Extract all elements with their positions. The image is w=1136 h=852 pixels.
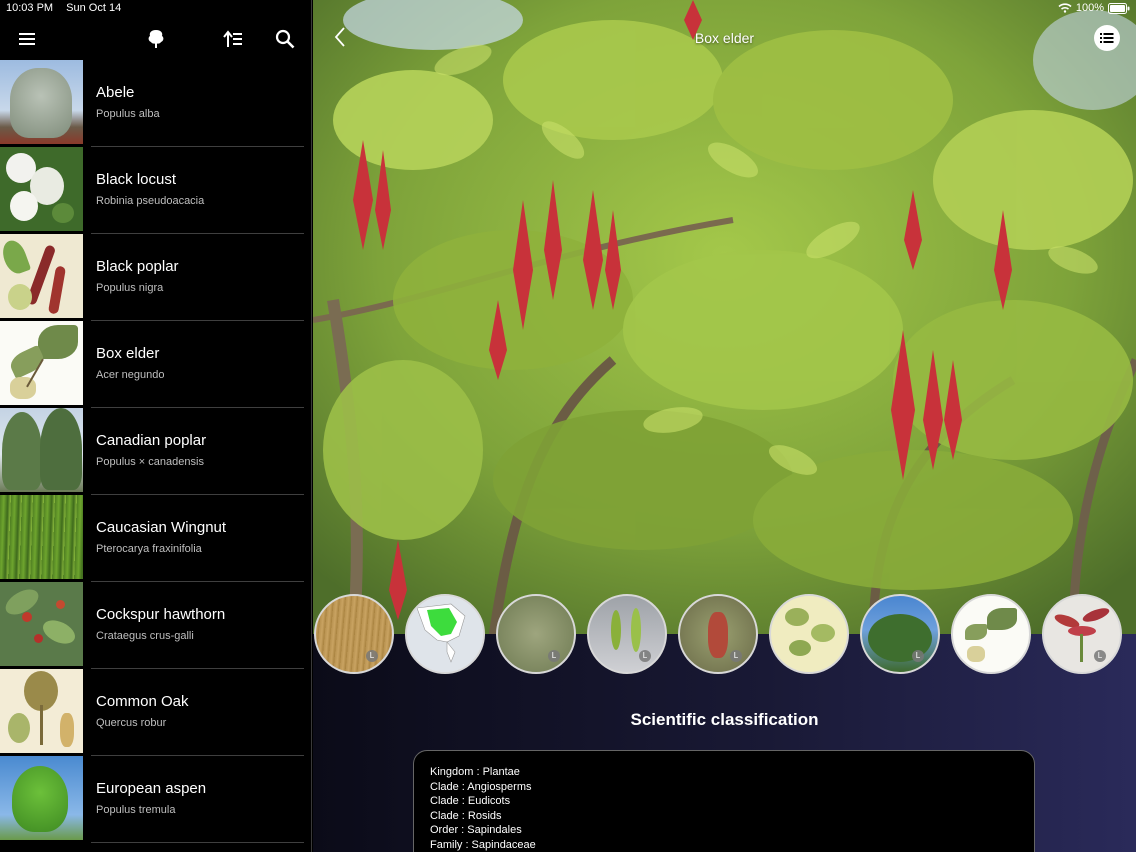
tree-thumbnail xyxy=(0,234,83,318)
gallery-thumb-bark[interactable]: L xyxy=(314,594,394,674)
tree-scientific-name: Populus nigra xyxy=(96,282,164,294)
search-button[interactable] xyxy=(268,22,302,56)
gallery-thumb-range-map[interactable] xyxy=(405,594,485,674)
tree-name: Caucasian Wingnut xyxy=(96,519,227,536)
image-gallery: L L L L L L xyxy=(313,594,1136,678)
tree-thumbnail xyxy=(0,582,83,666)
range-map-graphic xyxy=(407,596,483,672)
tree-thumbnail xyxy=(0,60,83,144)
detail-title: Box elder xyxy=(694,30,755,46)
classification-clade: Clade : Rosids xyxy=(430,809,502,822)
license-badge: L xyxy=(912,650,924,662)
list-view-button[interactable] xyxy=(1094,25,1120,51)
sidebar-toolbar xyxy=(0,22,312,56)
list-item[interactable]: Black locust Robinia pseudoacacia xyxy=(0,147,304,234)
battery-percent: 100% xyxy=(1075,2,1104,14)
tree-name: Abele xyxy=(96,84,135,101)
tree-thumbnail xyxy=(0,756,83,840)
status-time: 10:03 PM xyxy=(6,2,54,14)
tree-scientific-name: Acer negundo xyxy=(96,369,165,381)
tree-scientific-name: Populus alba xyxy=(96,108,160,120)
status-bar-left: 10:03 PM Sun Oct 14 xyxy=(6,2,131,14)
gallery-thumb-flower-closeup[interactable]: L xyxy=(1042,594,1122,674)
tree-thumbnail xyxy=(0,321,83,405)
wifi-icon xyxy=(1058,3,1072,13)
section-title: Scientific classification xyxy=(630,710,819,729)
classification-card: Kingdom : Plantae Clade : Angiosperms Cl… xyxy=(413,750,1035,852)
license-badge: L xyxy=(548,650,560,662)
license-badge: L xyxy=(1094,650,1106,662)
search-icon xyxy=(275,29,295,49)
battery-icon xyxy=(1108,2,1130,14)
tree-button[interactable] xyxy=(139,22,173,56)
list-icon xyxy=(1100,33,1114,43)
tree-list-sidebar: 10:03 PM Sun Oct 14 Abele Populus alba B… xyxy=(0,0,312,852)
tree-scientific-name: Populus × canadensis xyxy=(96,456,204,468)
tree-scientific-name: Robinia pseudoacacia xyxy=(96,195,205,207)
tree-thumbnail xyxy=(0,408,83,492)
status-bar-right: 100% xyxy=(1058,2,1130,14)
menu-icon xyxy=(19,33,35,45)
tree-name: Box elder xyxy=(96,345,160,362)
tree-detail-pane: 100% Box elder L L L L L L Scientific cl… xyxy=(313,0,1136,852)
tree-name: European aspen xyxy=(96,780,207,797)
sort-icon xyxy=(223,30,242,47)
status-date: Sun Oct 14 xyxy=(66,2,122,14)
tree-list: Abele Populus alba Black locust Robinia … xyxy=(0,60,304,843)
tree-scientific-name: Quercus robur xyxy=(96,717,167,729)
tree-icon xyxy=(148,30,164,48)
gallery-thumb-buds[interactable]: L xyxy=(587,594,667,674)
tree-name: Canadian poplar xyxy=(96,432,207,449)
classification-order: Order : Sapindales xyxy=(430,824,522,837)
box-elder-photo xyxy=(313,0,1136,640)
gallery-thumb-leaves[interactable]: L xyxy=(496,594,576,674)
gallery-thumb-illustration[interactable] xyxy=(769,594,849,674)
license-badge: L xyxy=(366,650,378,662)
menu-button[interactable] xyxy=(10,22,44,56)
list-item[interactable]: Black poplar Populus nigra xyxy=(0,234,304,321)
license-badge: L xyxy=(639,650,651,662)
license-badge: L xyxy=(730,650,742,662)
row-divider xyxy=(91,842,304,843)
tree-scientific-name: Crataegus crus-galli xyxy=(96,630,194,642)
tree-thumbnail xyxy=(0,495,83,579)
list-item[interactable]: European aspen Populus tremula xyxy=(0,756,304,843)
classification-family: Family : Sapindaceae xyxy=(430,838,536,851)
tree-name: Cockspur hawthorn xyxy=(96,606,226,623)
tree-name: Black poplar xyxy=(96,258,179,275)
classification-clade: Clade : Eudicots xyxy=(430,795,511,808)
classification-kingdom: Kingdom : Plantae xyxy=(430,766,520,778)
tree-scientific-name: Pterocarya fraxinifolia xyxy=(96,543,202,555)
list-item[interactable]: Abele Populus alba xyxy=(0,60,304,147)
list-item[interactable]: Caucasian Wingnut Pterocarya fraxinifoli… xyxy=(0,495,304,582)
hero-photo xyxy=(313,0,1136,640)
gallery-thumb-tree[interactable]: L xyxy=(860,594,940,674)
gallery-thumb-leaf-drawing[interactable] xyxy=(951,594,1031,674)
tree-thumbnail xyxy=(0,147,83,231)
list-item[interactable]: Common Oak Quercus robur xyxy=(0,669,304,756)
tree-name: Common Oak xyxy=(96,693,189,710)
sort-button[interactable] xyxy=(216,22,250,56)
classification-clade: Clade : Angiosperms xyxy=(430,780,532,793)
list-item[interactable]: Box elder Acer negundo xyxy=(0,321,304,408)
tree-thumbnail xyxy=(0,669,83,753)
gallery-thumb-flowers[interactable]: L xyxy=(678,594,758,674)
tree-name: Black locust xyxy=(96,171,177,188)
tree-scientific-name: Populus tremula xyxy=(96,804,176,816)
list-item[interactable]: Canadian poplar Populus × canadensis xyxy=(0,408,304,495)
list-item[interactable]: Cockspur hawthorn Crataegus crus-galli xyxy=(0,582,304,669)
